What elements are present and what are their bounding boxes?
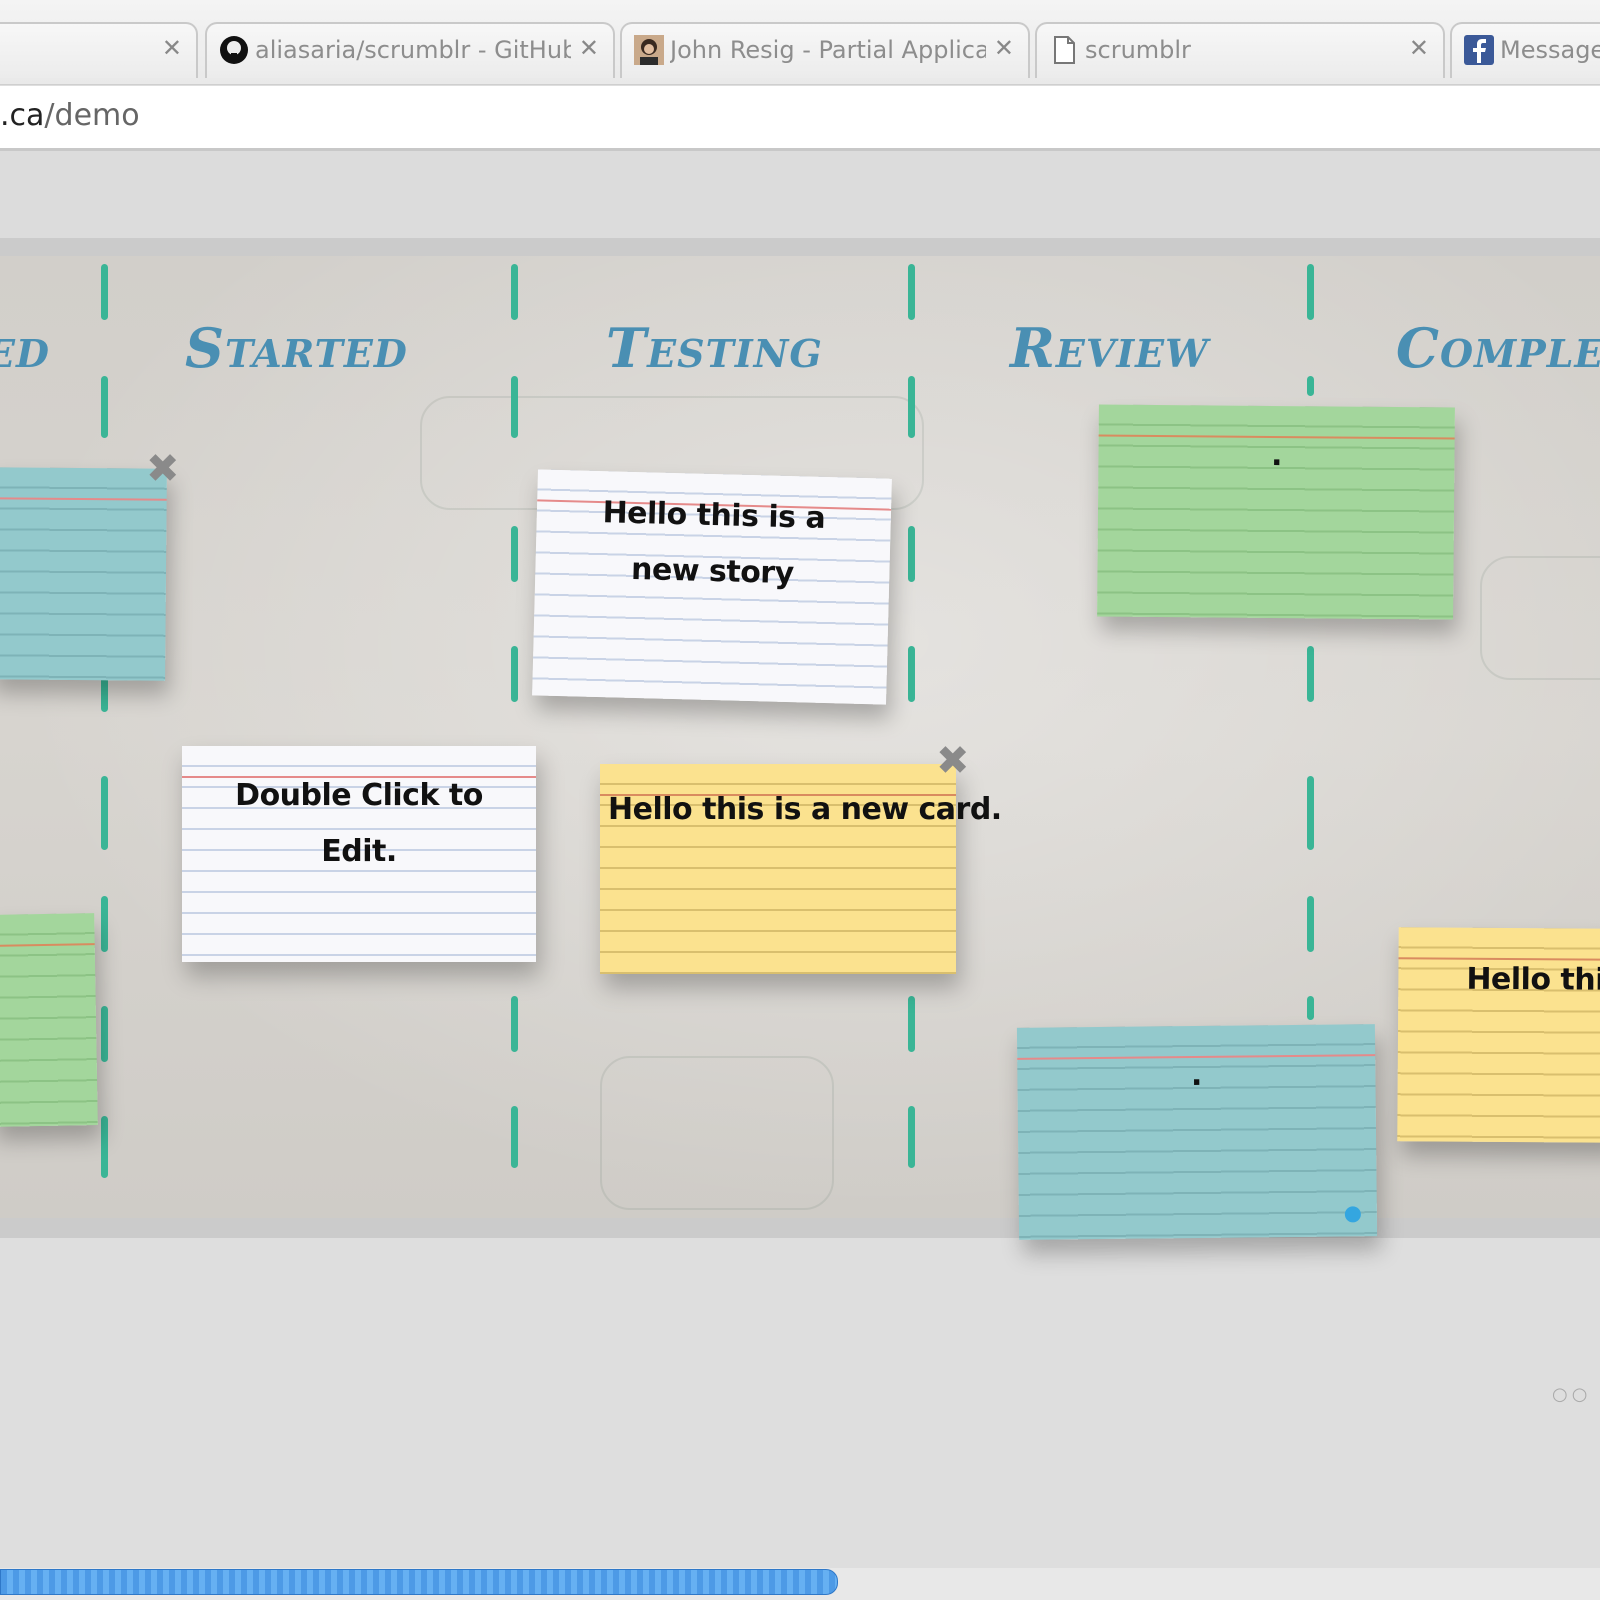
column-divider[interactable] <box>97 256 113 1216</box>
tab-current[interactable]: ✕ <box>0 22 198 78</box>
pagination-dots[interactable]: ○○ <box>1552 1384 1591 1405</box>
column-title-complete[interactable]: Complet <box>1396 316 1600 380</box>
card-resize-handle[interactable] <box>1344 1206 1361 1223</box>
tab-title: Messages <box>1500 36 1600 64</box>
facebook-icon <box>1464 35 1494 65</box>
card-text[interactable] <box>9 935 75 936</box>
delete-card-icon[interactable]: ✖ <box>146 446 180 492</box>
tab-facebook-messages[interactable]: Messages <box>1450 22 1600 78</box>
card-margin-line <box>0 943 95 947</box>
board-doodle <box>1480 556 1600 680</box>
page-icon <box>1054 36 1075 64</box>
card-text[interactable]: . <box>1118 427 1434 486</box>
tab-close-icon[interactable]: ✕ <box>162 34 182 62</box>
story-card[interactable]: Double Click to Edit. <box>182 746 536 962</box>
scrum-board[interactable]: ed Started Testing Review Complet ✖ Doub… <box>0 238 1600 1240</box>
column-title-started[interactable]: Started <box>185 316 408 380</box>
column-divider[interactable] <box>904 256 920 1216</box>
address-bar[interactable]: .ca/demo <box>0 86 1600 151</box>
story-card[interactable]: . <box>1016 1024 1378 1240</box>
story-card[interactable] <box>0 913 98 1127</box>
page-header-area <box>0 151 1600 239</box>
browser-tab-strip: ✕ aliasaria/scrumblr - GitHub ✕ John Res… <box>0 0 1600 85</box>
board-doodle <box>600 1056 834 1210</box>
tab-close-icon[interactable]: ✕ <box>994 34 1014 62</box>
story-card[interactable]: Hello this is a new card. <box>600 764 1002 974</box>
card-text[interactable]: Hello this is a new card. <box>608 782 1002 838</box>
tab-close-icon[interactable]: ✕ <box>1409 34 1429 62</box>
story-card[interactable]: Hello this is a new story <box>532 469 892 705</box>
tab-close-icon[interactable]: ✕ <box>579 34 599 62</box>
avatar-icon <box>634 35 664 65</box>
story-card[interactable]: Hello this <box>1397 927 1600 1143</box>
column-title-queued[interactable]: ed <box>0 316 50 380</box>
url-path: /demo <box>44 98 140 133</box>
scrollbar-thumb[interactable] <box>0 1569 838 1595</box>
tab-github[interactable]: aliasaria/scrumblr - GitHub ✕ <box>205 22 615 78</box>
tab-scrumblr[interactable]: scrumblr ✕ <box>1035 22 1445 78</box>
tab-title: aliasaria/scrumblr - GitHub <box>255 36 571 64</box>
tab-title: John Resig - Partial Applica <box>670 36 986 64</box>
story-card[interactable] <box>0 467 167 681</box>
story-card[interactable]: . <box>1097 404 1455 620</box>
github-icon <box>220 36 248 64</box>
column-title-review[interactable]: Review <box>1010 316 1209 380</box>
column-title-testing[interactable]: Testing <box>606 316 823 380</box>
tab-title: scrumblr <box>1085 36 1191 64</box>
tab-john-resig[interactable]: John Resig - Partial Applica ✕ <box>620 22 1030 78</box>
card-text[interactable]: Double Click to Edit. <box>202 768 516 880</box>
card-text[interactable]: Hello this <box>1466 952 1600 1009</box>
delete-card-icon[interactable]: ✖ <box>936 738 970 784</box>
card-margin-line <box>0 497 167 501</box>
card-text[interactable]: Hello this is a new story <box>555 484 872 604</box>
url-text[interactable]: .ca/demo <box>0 98 140 133</box>
card-text[interactable]: . <box>1037 1046 1356 1105</box>
card-text[interactable] <box>11 489 147 490</box>
url-host: .ca <box>0 98 45 133</box>
column-divider[interactable] <box>507 256 523 1216</box>
